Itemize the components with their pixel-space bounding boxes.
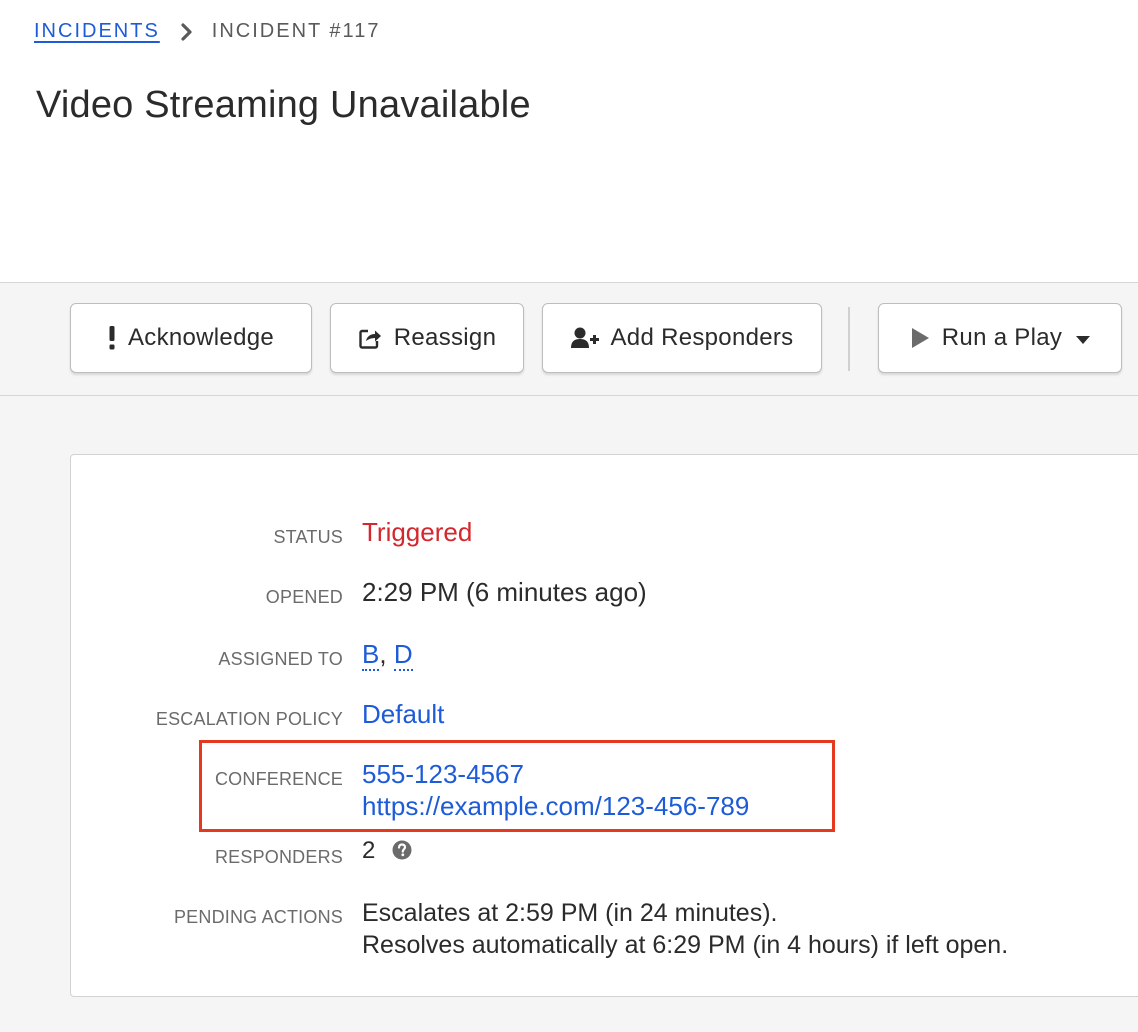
acknowledge-button[interactable]: Acknowledge (70, 303, 312, 373)
share-icon (358, 326, 382, 350)
conference-label: CONFERENCE (214, 769, 343, 789)
opened-value: 2:29 PM (6 minutes ago) (362, 577, 647, 607)
conference-phone-link[interactable]: 555-123-4567 (362, 759, 524, 790)
breadcrumb: INCIDENTS INCIDENT #117 (34, 20, 380, 43)
chevron-right-icon (180, 22, 194, 42)
pending-action-escalate: Escalates at 2:59 PM (in 24 minutes). (362, 899, 778, 927)
reassign-label: Reassign (393, 324, 497, 351)
responders-value-wrap: 2 (362, 837, 412, 865)
add-responders-button[interactable]: Add Responders (542, 303, 822, 373)
content-area: STATUS Triggered OPENED 2:29 PM (6 minut… (0, 396, 1138, 1032)
exclamation-icon (108, 325, 116, 351)
escalation-policy-link[interactable]: Default (362, 699, 444, 730)
incident-details-card: STATUS Triggered OPENED 2:29 PM (6 minut… (70, 454, 1138, 997)
add-responders-label: Add Responders (610, 324, 794, 351)
page-title: Video Streaming Unavailable (36, 84, 531, 126)
user-plus-icon (570, 326, 599, 350)
pending-actions-label: PENDING ACTIONS (173, 907, 343, 927)
action-toolbar: Acknowledge Reassign Add Responders Run … (0, 282, 1138, 396)
play-icon (910, 327, 930, 349)
responders-count: 2 (362, 837, 376, 864)
breadcrumb-incidents-link[interactable]: INCIDENTS (34, 20, 160, 43)
question-circle-icon[interactable] (392, 840, 412, 860)
assignee-link-d[interactable]: D (393, 639, 413, 671)
status-value: Triggered (362, 517, 473, 547)
opened-label: OPENED (265, 587, 343, 607)
assignee-separator: , (379, 639, 387, 669)
run-play-button[interactable]: Run a Play (878, 303, 1122, 373)
reassign-button[interactable]: Reassign (330, 303, 524, 373)
assigned-to-label: ASSIGNED TO (218, 649, 343, 669)
run-play-label: Run a Play (941, 324, 1063, 351)
responders-label: RESPONDERS (214, 847, 343, 867)
escalation-policy-label: ESCALATION POLICY (155, 709, 343, 729)
pending-action-resolve: Resolves automatically at 6:29 PM (in 4 … (362, 931, 1009, 959)
pending-actions-value: Escalates at 2:59 PM (in 24 minutes). Re… (362, 897, 1008, 961)
incident-header: INCIDENTS INCIDENT #117 Video Streaming … (0, 0, 1138, 282)
breadcrumb-current: INCIDENT #117 (211, 20, 381, 42)
acknowledge-label: Acknowledge (127, 324, 275, 351)
toolbar-divider (848, 307, 850, 371)
assigned-to-value: B, D (362, 639, 413, 671)
conference-url-link[interactable]: https://example.com/123-456-789 (362, 791, 749, 822)
caret-down-icon[interactable] (1076, 336, 1091, 344)
status-label: STATUS (273, 527, 343, 547)
assignee-link-b[interactable]: B (362, 639, 380, 671)
